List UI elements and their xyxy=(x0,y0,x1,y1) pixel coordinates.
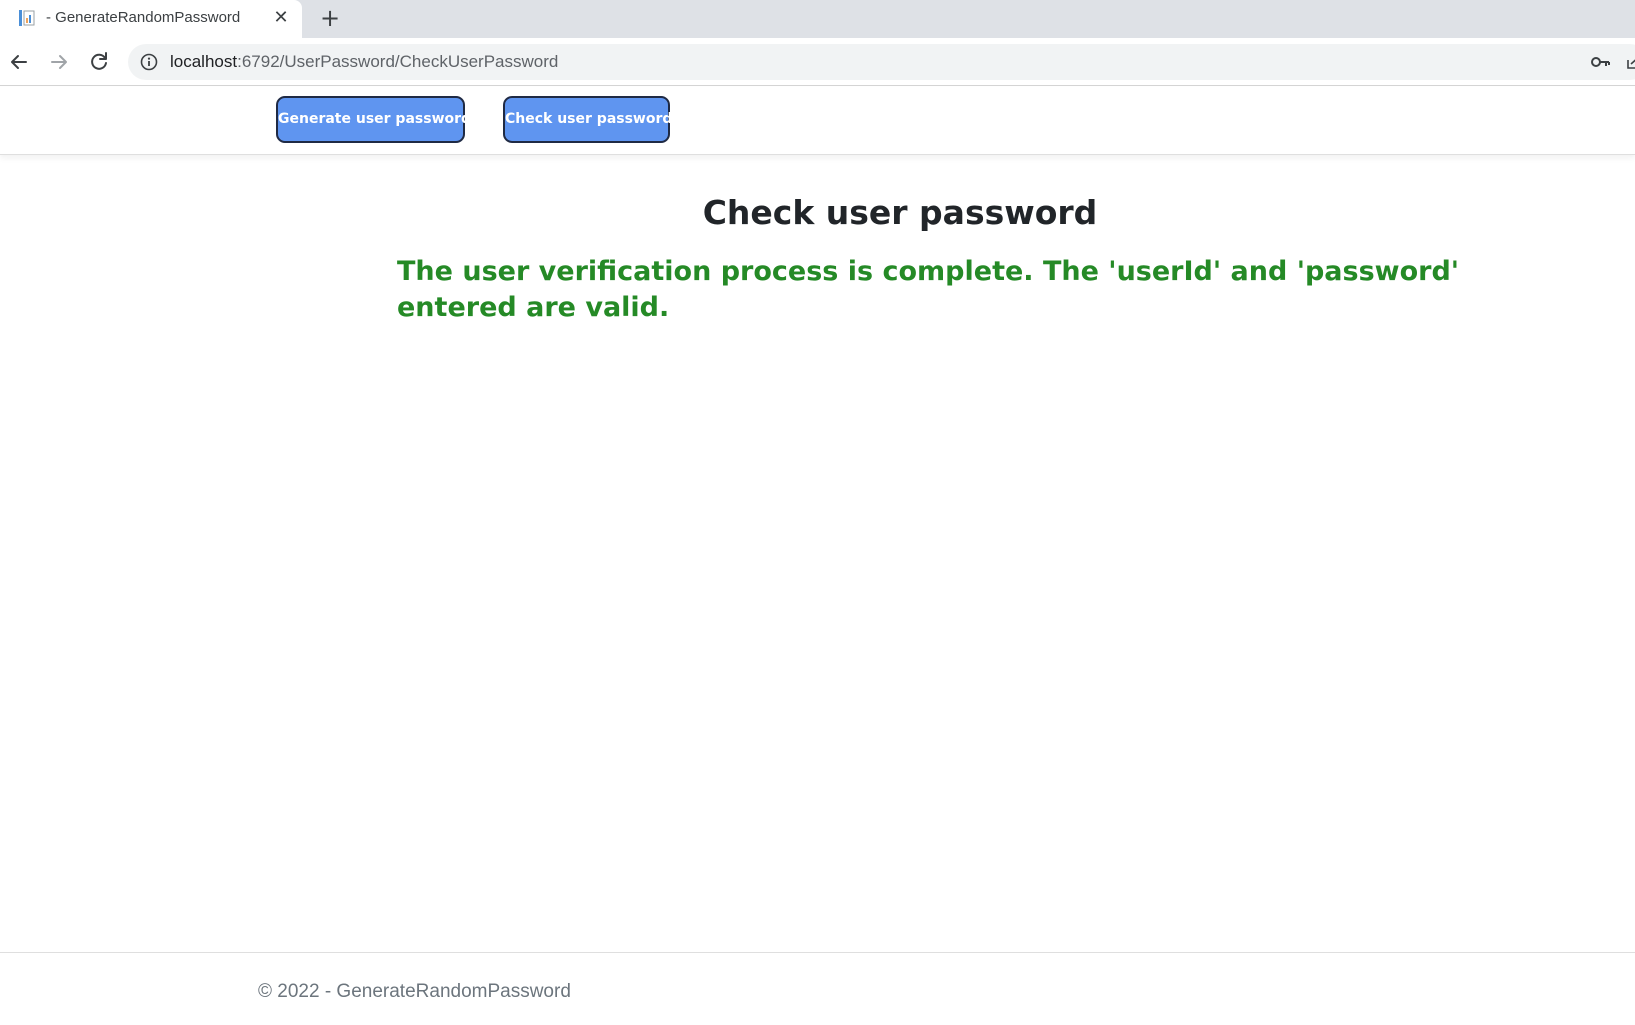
site-footer: © 2022 - GenerateRandomPassword xyxy=(0,952,1635,1025)
browser-tab[interactable]: - GenerateRandomPassword ✕ xyxy=(0,0,302,38)
address-bar[interactable]: localhost:6792/UserPassword/CheckUserPas… xyxy=(128,44,1635,80)
close-icon[interactable]: ✕ xyxy=(271,8,291,28)
page-title: Check user password xyxy=(702,193,1098,232)
key-icon[interactable] xyxy=(1591,54,1611,70)
browser-toolbar: localhost:6792/UserPassword/CheckUserPas… xyxy=(0,38,1635,86)
url-path: :6792/UserPassword/CheckUserPassword xyxy=(237,52,559,71)
reload-icon[interactable] xyxy=(86,49,112,75)
arrow-right-icon[interactable] xyxy=(46,49,72,75)
share-icon[interactable] xyxy=(1626,54,1635,70)
url-host: localhost xyxy=(170,52,238,71)
url-text[interactable]: localhost:6792/UserPassword/CheckUserPas… xyxy=(170,52,558,72)
info-icon[interactable] xyxy=(140,53,158,71)
site-header: Generate user password Check user passwo… xyxy=(0,87,1635,155)
plus-icon[interactable]: + xyxy=(318,6,342,30)
generate-password-button[interactable]: Generate user password xyxy=(276,96,471,143)
page-favicon-icon xyxy=(18,9,36,27)
browser-tab-strip: - GenerateRandomPassword ✕ + xyxy=(0,0,1635,38)
tab-title: - GenerateRandomPassword xyxy=(46,9,241,26)
arrow-left-icon[interactable] xyxy=(6,49,32,75)
footer-copyright: © 2022 - GenerateRandomPassword xyxy=(258,981,571,1002)
verification-result-message: The user verification process is complet… xyxy=(397,256,1460,323)
check-password-button[interactable]: Check user password xyxy=(503,96,672,143)
